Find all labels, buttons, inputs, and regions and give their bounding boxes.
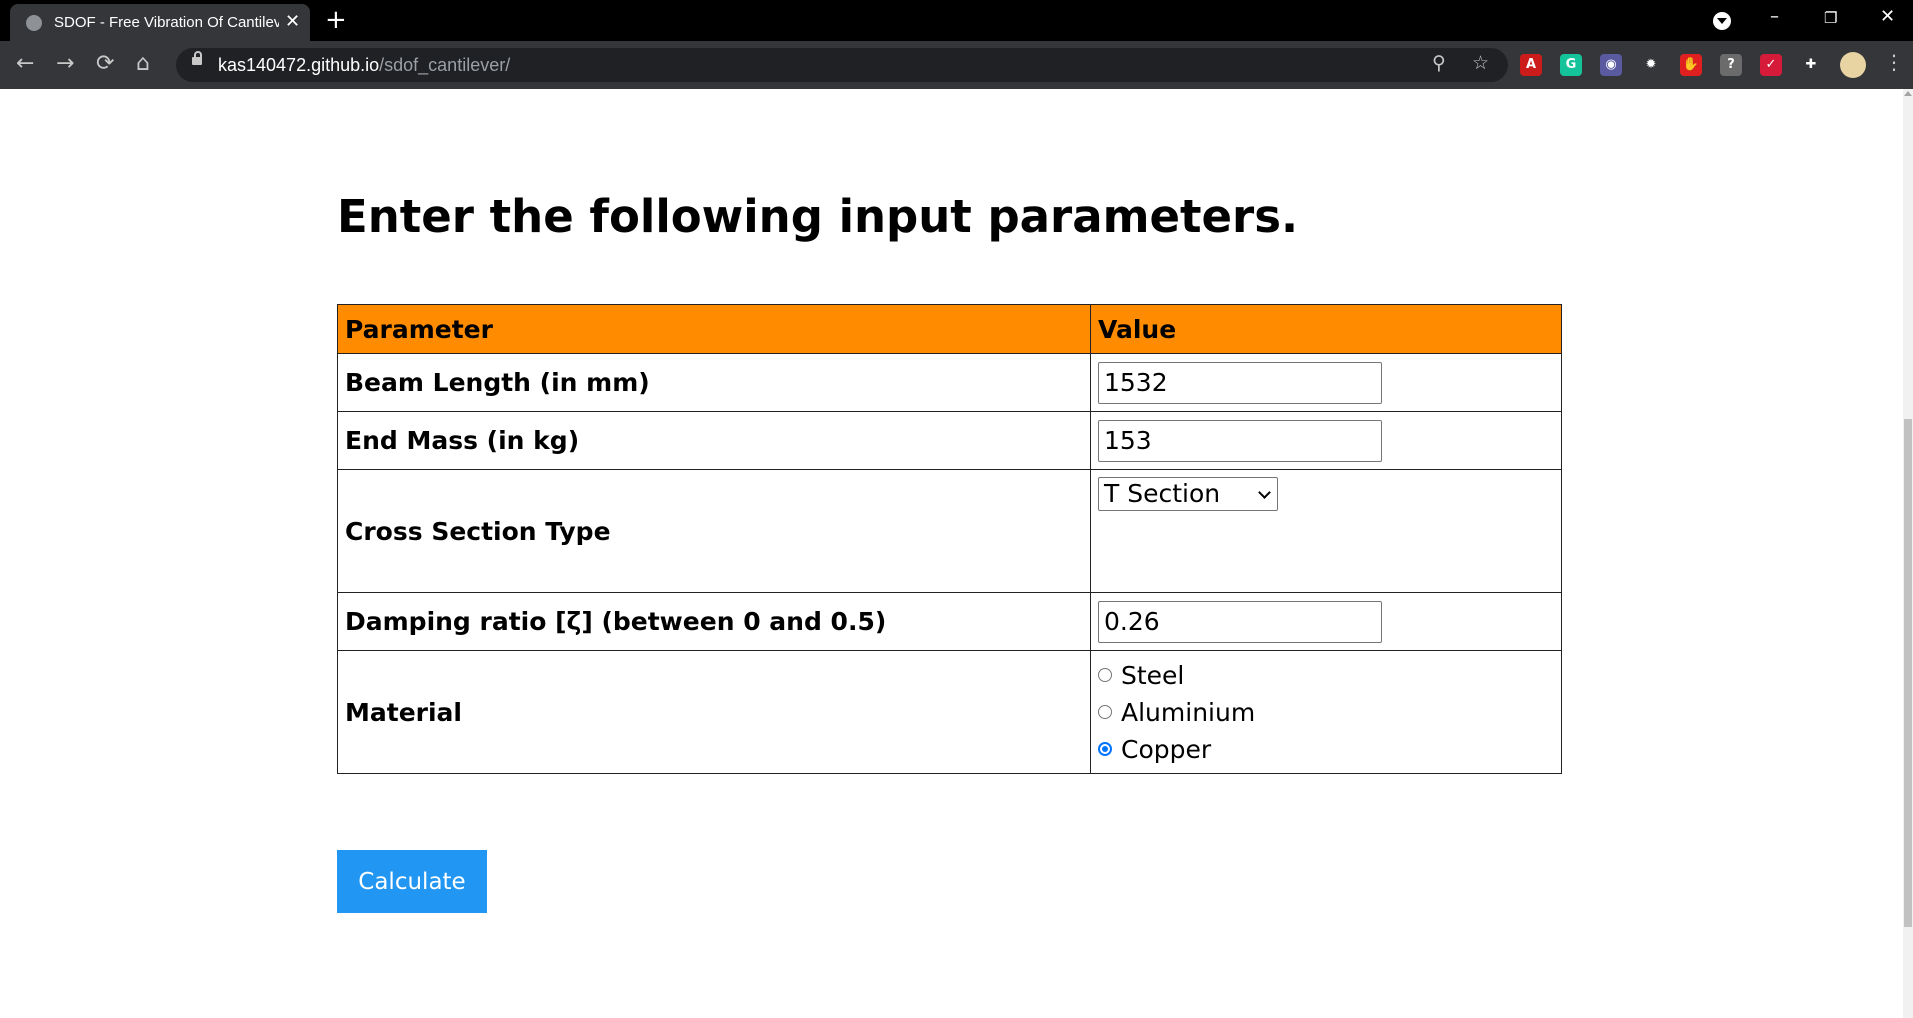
grammarly-extension-icon[interactable]: G bbox=[1560, 54, 1582, 76]
gear-extension-icon[interactable]: ✹ bbox=[1640, 54, 1662, 76]
damping-ratio-label: Damping ratio [ζ] (between 0 and 0.5) bbox=[337, 592, 1091, 651]
table-row: Beam Length (in mm) bbox=[337, 353, 1562, 412]
radio-copper[interactable] bbox=[1098, 742, 1112, 756]
parameters-table: Parameter Value Beam Length (in mm) End … bbox=[337, 304, 1562, 774]
reload-icon[interactable]: ⟳ bbox=[96, 50, 114, 78]
tab-title: SDOF - Free Vibration Of Cantilever bbox=[54, 14, 279, 31]
table-row: Material Steel Aluminium Copper bbox=[337, 650, 1562, 774]
radio-aluminium[interactable] bbox=[1098, 705, 1112, 719]
tab-close-icon[interactable]: ✕ bbox=[285, 11, 300, 32]
globe-icon bbox=[26, 15, 42, 31]
eyes-extension-icon[interactable]: ◉ bbox=[1600, 54, 1622, 76]
end-mass-label: End Mass (in kg) bbox=[337, 411, 1091, 470]
help-extension-icon[interactable]: ? bbox=[1720, 54, 1742, 76]
end-mass-cell bbox=[1090, 411, 1562, 470]
material-option-copper[interactable]: Copper bbox=[1098, 731, 1554, 768]
calculate-button[interactable]: Calculate bbox=[337, 850, 487, 913]
back-arrow-icon[interactable]: ← bbox=[16, 50, 34, 78]
beam-length-input[interactable] bbox=[1098, 361, 1382, 404]
damping-ratio-input[interactable] bbox=[1098, 600, 1382, 643]
forward-arrow-icon[interactable]: → bbox=[56, 50, 74, 78]
puzzle-extension-icon[interactable]: ✚ bbox=[1800, 54, 1822, 76]
url-host: kas140472.github.io bbox=[218, 55, 380, 75]
bookmark-star-icon[interactable]: ☆ bbox=[1472, 52, 1489, 74]
cross-section-cell: T Section bbox=[1090, 469, 1562, 593]
material-label: Material bbox=[337, 650, 1091, 774]
beam-length-cell bbox=[1090, 353, 1562, 412]
url-text[interactable]: kas140472.github.io/sdof_cantilever/ bbox=[218, 55, 510, 76]
close-window-button[interactable]: ✕ bbox=[1880, 6, 1895, 27]
material-option-aluminium[interactable]: Aluminium bbox=[1098, 694, 1554, 731]
radio-label-steel: Steel bbox=[1121, 660, 1185, 690]
material-cell: Steel Aluminium Copper bbox=[1090, 650, 1562, 774]
acrobat-extension-icon[interactable]: A bbox=[1520, 54, 1542, 76]
table-header-row: Parameter Value bbox=[337, 304, 1562, 354]
restore-button[interactable]: ❐ bbox=[1824, 9, 1837, 27]
page-title: Enter the following input parameters. bbox=[337, 190, 1299, 243]
cross-section-selected: T Section bbox=[1104, 479, 1221, 508]
browser-menu-icon[interactable]: ⋮ bbox=[1884, 50, 1904, 74]
home-icon[interactable]: ⌂ bbox=[136, 50, 150, 78]
minimize-button[interactable]: – bbox=[1770, 6, 1779, 27]
zoom-icon[interactable]: ⚲ bbox=[1432, 52, 1446, 74]
chevron-down-icon bbox=[1258, 486, 1271, 499]
damping-ratio-cell bbox=[1090, 592, 1562, 651]
scroll-thumb[interactable] bbox=[1904, 419, 1912, 927]
beam-length-label: Beam Length (in mm) bbox=[337, 353, 1091, 412]
lock-icon[interactable] bbox=[192, 51, 202, 65]
cross-section-select[interactable]: T Section bbox=[1098, 477, 1278, 511]
cross-section-label: Cross Section Type bbox=[337, 469, 1091, 593]
pocket-extension-icon[interactable]: ✓ bbox=[1760, 54, 1782, 76]
browser-tab[interactable]: SDOF - Free Vibration Of Cantilever ✕ bbox=[10, 4, 310, 41]
end-mass-input[interactable] bbox=[1098, 419, 1382, 462]
table-row: Cross Section Type T Section bbox=[337, 469, 1562, 593]
page-scrollbar[interactable] bbox=[1903, 89, 1913, 1018]
radio-label-aluminium: Aluminium bbox=[1121, 697, 1256, 727]
table-row: Damping ratio [ζ] (between 0 and 0.5) bbox=[337, 592, 1562, 651]
column-header-parameter: Parameter bbox=[337, 304, 1091, 354]
column-header-value: Value bbox=[1090, 304, 1562, 354]
avatar[interactable] bbox=[1840, 52, 1866, 78]
hand-extension-icon[interactable]: ✋ bbox=[1680, 54, 1702, 76]
table-row: End Mass (in kg) bbox=[337, 411, 1562, 470]
radio-label-copper: Copper bbox=[1121, 734, 1212, 764]
material-option-steel[interactable]: Steel bbox=[1098, 657, 1554, 694]
scroll-up-icon[interactable] bbox=[1904, 91, 1912, 96]
new-tab-button[interactable]: + bbox=[325, 6, 347, 34]
browser-toolbar: ← → ⟳ ⌂ kas140472.github.io/sdof_cantile… bbox=[0, 41, 1913, 89]
url-path: /sdof_cantilever/ bbox=[379, 55, 511, 75]
browser-tab-bar: SDOF - Free Vibration Of Cantilever ✕ + … bbox=[0, 0, 1913, 41]
tab-search-icon[interactable] bbox=[1713, 12, 1731, 30]
address-bar[interactable]: kas140472.github.io/sdof_cantilever/ ⚲ ☆ bbox=[176, 48, 1508, 82]
radio-steel[interactable] bbox=[1098, 668, 1112, 682]
